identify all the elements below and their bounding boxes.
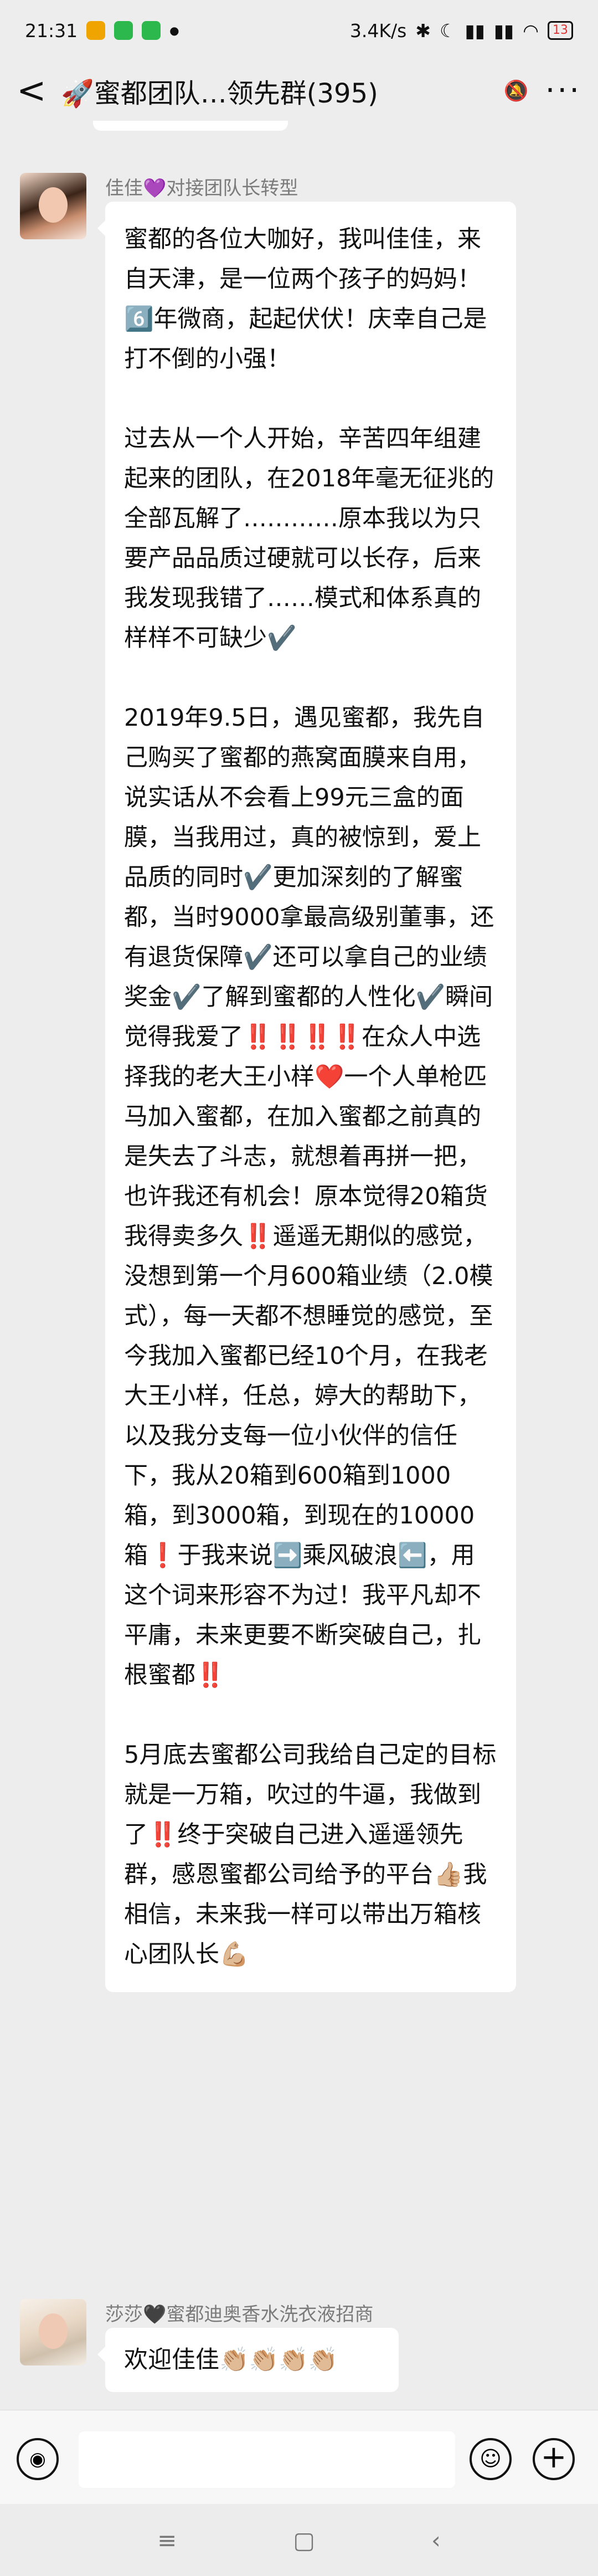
back-icon[interactable]: ‹ [431, 2527, 441, 2554]
message-input[interactable] [79, 2431, 455, 2488]
wifi-icon: ◠ [523, 19, 539, 42]
system-nav-bar: ≡ ▢ ‹ [0, 2504, 598, 2576]
previous-message-bubble [93, 121, 288, 131]
chat-title: 🚀蜜都团队…领先群(395) [61, 78, 378, 109]
chat-header: < 🚀蜜都团队…领先群(395) 🔕 ··· [0, 61, 598, 121]
signal-icon: ▮▮ [493, 19, 514, 42]
moon-icon: ☾ [439, 19, 456, 42]
menu-icon[interactable]: ≡ [157, 2527, 177, 2554]
network-speed: 3.4K/s [349, 19, 407, 42]
plus-icon[interactable]: + [533, 2438, 575, 2480]
message-paragraph: 2019年9.5日，遇见蜜都，我先自己购买了蜜都的燕窝面膜来自用，说实话从不会看… [124, 704, 494, 1689]
input-bar: ◉ ☺ + [0, 2410, 598, 2505]
wechat-icon [114, 21, 133, 40]
sender-name: 莎莎🖤蜜都迪奥香水洗衣液招商 [105, 2303, 374, 2326]
message-paragraph: 过去从一个人开始，辛苦四年组建起来的团队，在2018年毫无征兆的全部瓦解了………… [124, 425, 494, 652]
bluetooth-icon: ✱ [415, 19, 431, 42]
battery-icon: 13 [548, 21, 573, 40]
message-bubble[interactable]: 蜜都的各位大咖好，我叫佳佳，来自天津，是一位两个孩子的妈妈！6️⃣年微商，起起伏… [97, 202, 516, 1992]
avatar[interactable] [20, 2299, 86, 2365]
status-left: 21:31 ● [25, 20, 179, 42]
status-bar: 21:31 ● 3.4K/s ✱ ☾ ▮▮ ▮▮ ◠ 13 [0, 0, 598, 61]
clock: 21:31 [25, 19, 78, 42]
signal-icon: ▮▮ [465, 19, 485, 42]
home-icon[interactable]: ▢ [293, 2527, 315, 2554]
sender-name: 佳佳💜对接团队长转型 [105, 177, 298, 199]
message-paragraph: 蜜都的各位大咖好，我叫佳佳，来自天津，是一位两个孩子的妈妈！6️⃣年微商，起起伏… [124, 225, 487, 373]
bell-off-icon: 🔕 [503, 80, 529, 102]
message-paragraph: 5月底去蜜都公司我给自己定的目标就是一万箱，吹过的牛逼，我做到了‼️终于突破自己… [124, 1741, 497, 1968]
dot-icon: ● [169, 24, 179, 37]
app-notification-icon [86, 21, 106, 40]
avatar[interactable] [20, 173, 86, 239]
more-button[interactable]: ··· [545, 75, 581, 106]
emoji-icon[interactable]: ☺ [470, 2438, 512, 2480]
status-right: 3.4K/s ✱ ☾ ▮▮ ▮▮ ◠ 13 [350, 20, 573, 42]
message-bubble[interactable]: 欢迎佳佳👏🏼👏🏼👏🏼👏🏼 [97, 2328, 399, 2392]
back-button[interactable]: < [17, 73, 50, 109]
wechat-icon [142, 21, 161, 40]
voice-icon[interactable]: ◉ [17, 2438, 59, 2480]
